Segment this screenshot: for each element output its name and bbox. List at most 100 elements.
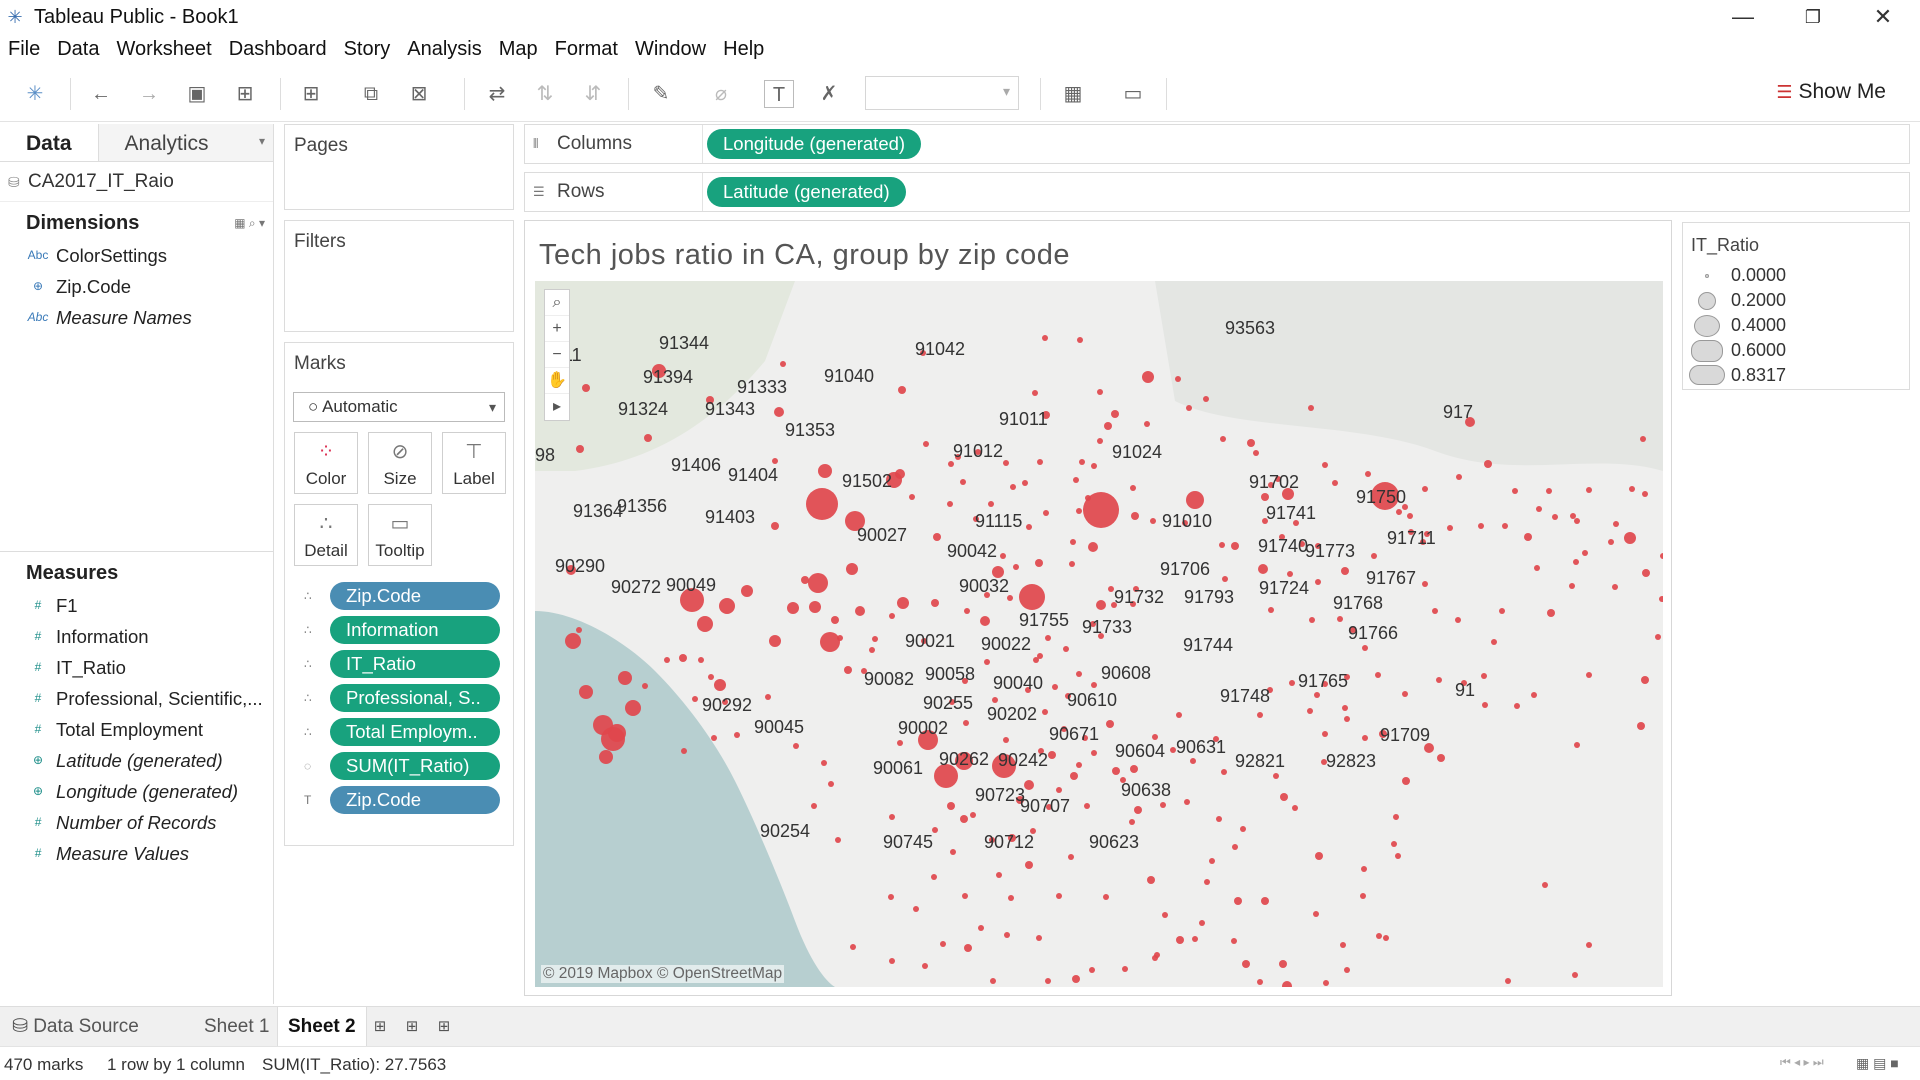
map-mark[interactable] <box>1004 932 1010 938</box>
map-mark[interactable] <box>1257 712 1263 718</box>
map-mark[interactable] <box>1655 634 1661 640</box>
map-mark[interactable] <box>579 685 593 699</box>
map-mark[interactable] <box>996 872 1002 878</box>
map-mark[interactable] <box>1176 936 1184 944</box>
map-mark[interactable] <box>1097 389 1103 395</box>
map-mark[interactable] <box>1447 525 1453 531</box>
map-mark[interactable] <box>1045 635 1051 641</box>
map-mark[interactable] <box>1045 978 1051 984</box>
map-mark[interactable] <box>1091 750 1097 756</box>
map-mark[interactable] <box>1089 967 1095 973</box>
mark-field-pill[interactable]: Information <box>330 616 500 644</box>
map-mark[interactable] <box>1073 477 1079 483</box>
map-mark[interactable] <box>1360 893 1366 899</box>
map-mark[interactable] <box>988 501 994 507</box>
map-mark[interactable] <box>1203 396 1209 402</box>
map-mark[interactable] <box>962 893 968 899</box>
map-mark[interactable] <box>1231 542 1239 550</box>
map-mark[interactable] <box>1234 897 1242 905</box>
map-mark[interactable] <box>1129 819 1135 825</box>
restore-button[interactable]: ❐ <box>1778 0 1848 34</box>
map-mark[interactable] <box>692 696 698 702</box>
map-mark[interactable] <box>1534 565 1540 571</box>
map-mark[interactable] <box>931 599 939 607</box>
map-mark[interactable] <box>1257 979 1263 985</box>
map-mark[interactable] <box>1220 436 1226 442</box>
map-mark[interactable] <box>806 488 838 520</box>
map-mark[interactable] <box>844 666 852 674</box>
detail-button[interactable]: ∴ Detail <box>294 504 358 566</box>
map-mark[interactable] <box>1341 567 1349 575</box>
presentation-icon[interactable]: ▭ <box>1118 80 1148 108</box>
map-mark[interactable] <box>1204 879 1210 885</box>
map-mark[interactable] <box>1268 607 1274 613</box>
map-mark[interactable] <box>821 760 827 766</box>
map-mark[interactable] <box>960 479 966 485</box>
map-mark[interactable] <box>1315 579 1321 585</box>
map-mark[interactable] <box>1640 436 1646 442</box>
map-mark[interactable] <box>1337 616 1343 622</box>
map-mark[interactable] <box>1514 703 1520 709</box>
map-mark[interactable] <box>642 683 648 689</box>
map-mark[interactable] <box>1436 677 1442 683</box>
map-mark[interactable] <box>1154 952 1160 958</box>
close-button[interactable]: ✕ <box>1848 0 1918 34</box>
map-mark[interactable] <box>1104 422 1112 430</box>
map-mark[interactable] <box>980 616 990 626</box>
view-mode-icon[interactable]: ▦ ▤ ■ <box>1856 1055 1899 1072</box>
map-mark[interactable] <box>1315 852 1323 860</box>
tab-sheet-2[interactable]: Sheet 2 <box>277 1007 367 1047</box>
map-mark[interactable] <box>1037 459 1043 465</box>
map-mark[interactable] <box>828 781 834 787</box>
map-mark[interactable] <box>1332 480 1338 486</box>
pan-icon[interactable]: ✋ <box>545 368 569 394</box>
mark-field-encoding-icon[interactable]: ∴ <box>304 684 326 712</box>
map-mark[interactable] <box>1131 512 1139 520</box>
map-mark[interactable] <box>1531 692 1537 698</box>
map-mark[interactable] <box>1130 765 1138 773</box>
map-mark[interactable] <box>1482 702 1488 708</box>
map-mark[interactable] <box>889 958 895 964</box>
map-mark[interactable] <box>913 906 919 912</box>
mark-field-encoding-icon[interactable]: ◌ <box>304 752 326 780</box>
color-button[interactable]: ⁘ Color <box>294 432 358 494</box>
fix-axes-icon[interactable]: ✗ <box>814 80 844 108</box>
map-mark[interactable] <box>593 715 613 735</box>
map-mark[interactable] <box>1344 967 1350 973</box>
map-mark[interactable] <box>1019 584 1045 610</box>
map-mark[interactable] <box>774 407 784 417</box>
tab-data[interactable]: Data <box>0 124 99 161</box>
map-mark[interactable] <box>1261 493 1269 501</box>
map-mark[interactable] <box>1437 754 1445 762</box>
map-mark[interactable] <box>1091 463 1097 469</box>
map-mark[interactable] <box>964 608 970 614</box>
map-mark[interactable] <box>1122 966 1128 972</box>
map-mark[interactable] <box>1637 722 1645 730</box>
datasource-item[interactable]: ⛁ CA2017_IT_Raio <box>0 162 273 202</box>
sort-ascending-icon[interactable]: ⇅ <box>530 80 560 108</box>
field-item[interactable]: ⊕ Zip.Code <box>0 271 273 302</box>
map-mark[interactable] <box>960 815 968 823</box>
new-worksheet-icon[interactable]: ⊞ <box>296 80 326 108</box>
sort-descending-icon[interactable]: ⇵ <box>578 80 608 108</box>
map-mark[interactable] <box>1258 564 1268 574</box>
map-mark[interactable] <box>1072 975 1080 983</box>
undo-icon[interactable]: ← <box>86 80 116 108</box>
map-mark[interactable] <box>1037 653 1043 659</box>
map-mark[interactable] <box>1186 405 1192 411</box>
map-mark[interactable] <box>818 464 832 478</box>
map-mark[interactable] <box>771 522 779 530</box>
menu-help[interactable]: Help <box>723 38 764 61</box>
map-mark[interactable] <box>741 585 753 597</box>
map-mark[interactable] <box>1025 861 1033 869</box>
mark-field-encoding-icon[interactable]: ∴ <box>304 718 326 746</box>
map-mark[interactable] <box>1402 777 1410 785</box>
map-mark[interactable] <box>1361 866 1367 872</box>
map-mark[interactable] <box>1142 371 1154 383</box>
map-mark[interactable] <box>1063 646 1069 652</box>
map-mark[interactable] <box>931 874 937 880</box>
map-mark[interactable] <box>1586 487 1592 493</box>
map-mark[interactable] <box>1253 450 1259 456</box>
label-button[interactable]: ⊤ Label <box>442 432 506 494</box>
map-mark[interactable] <box>1036 935 1042 941</box>
